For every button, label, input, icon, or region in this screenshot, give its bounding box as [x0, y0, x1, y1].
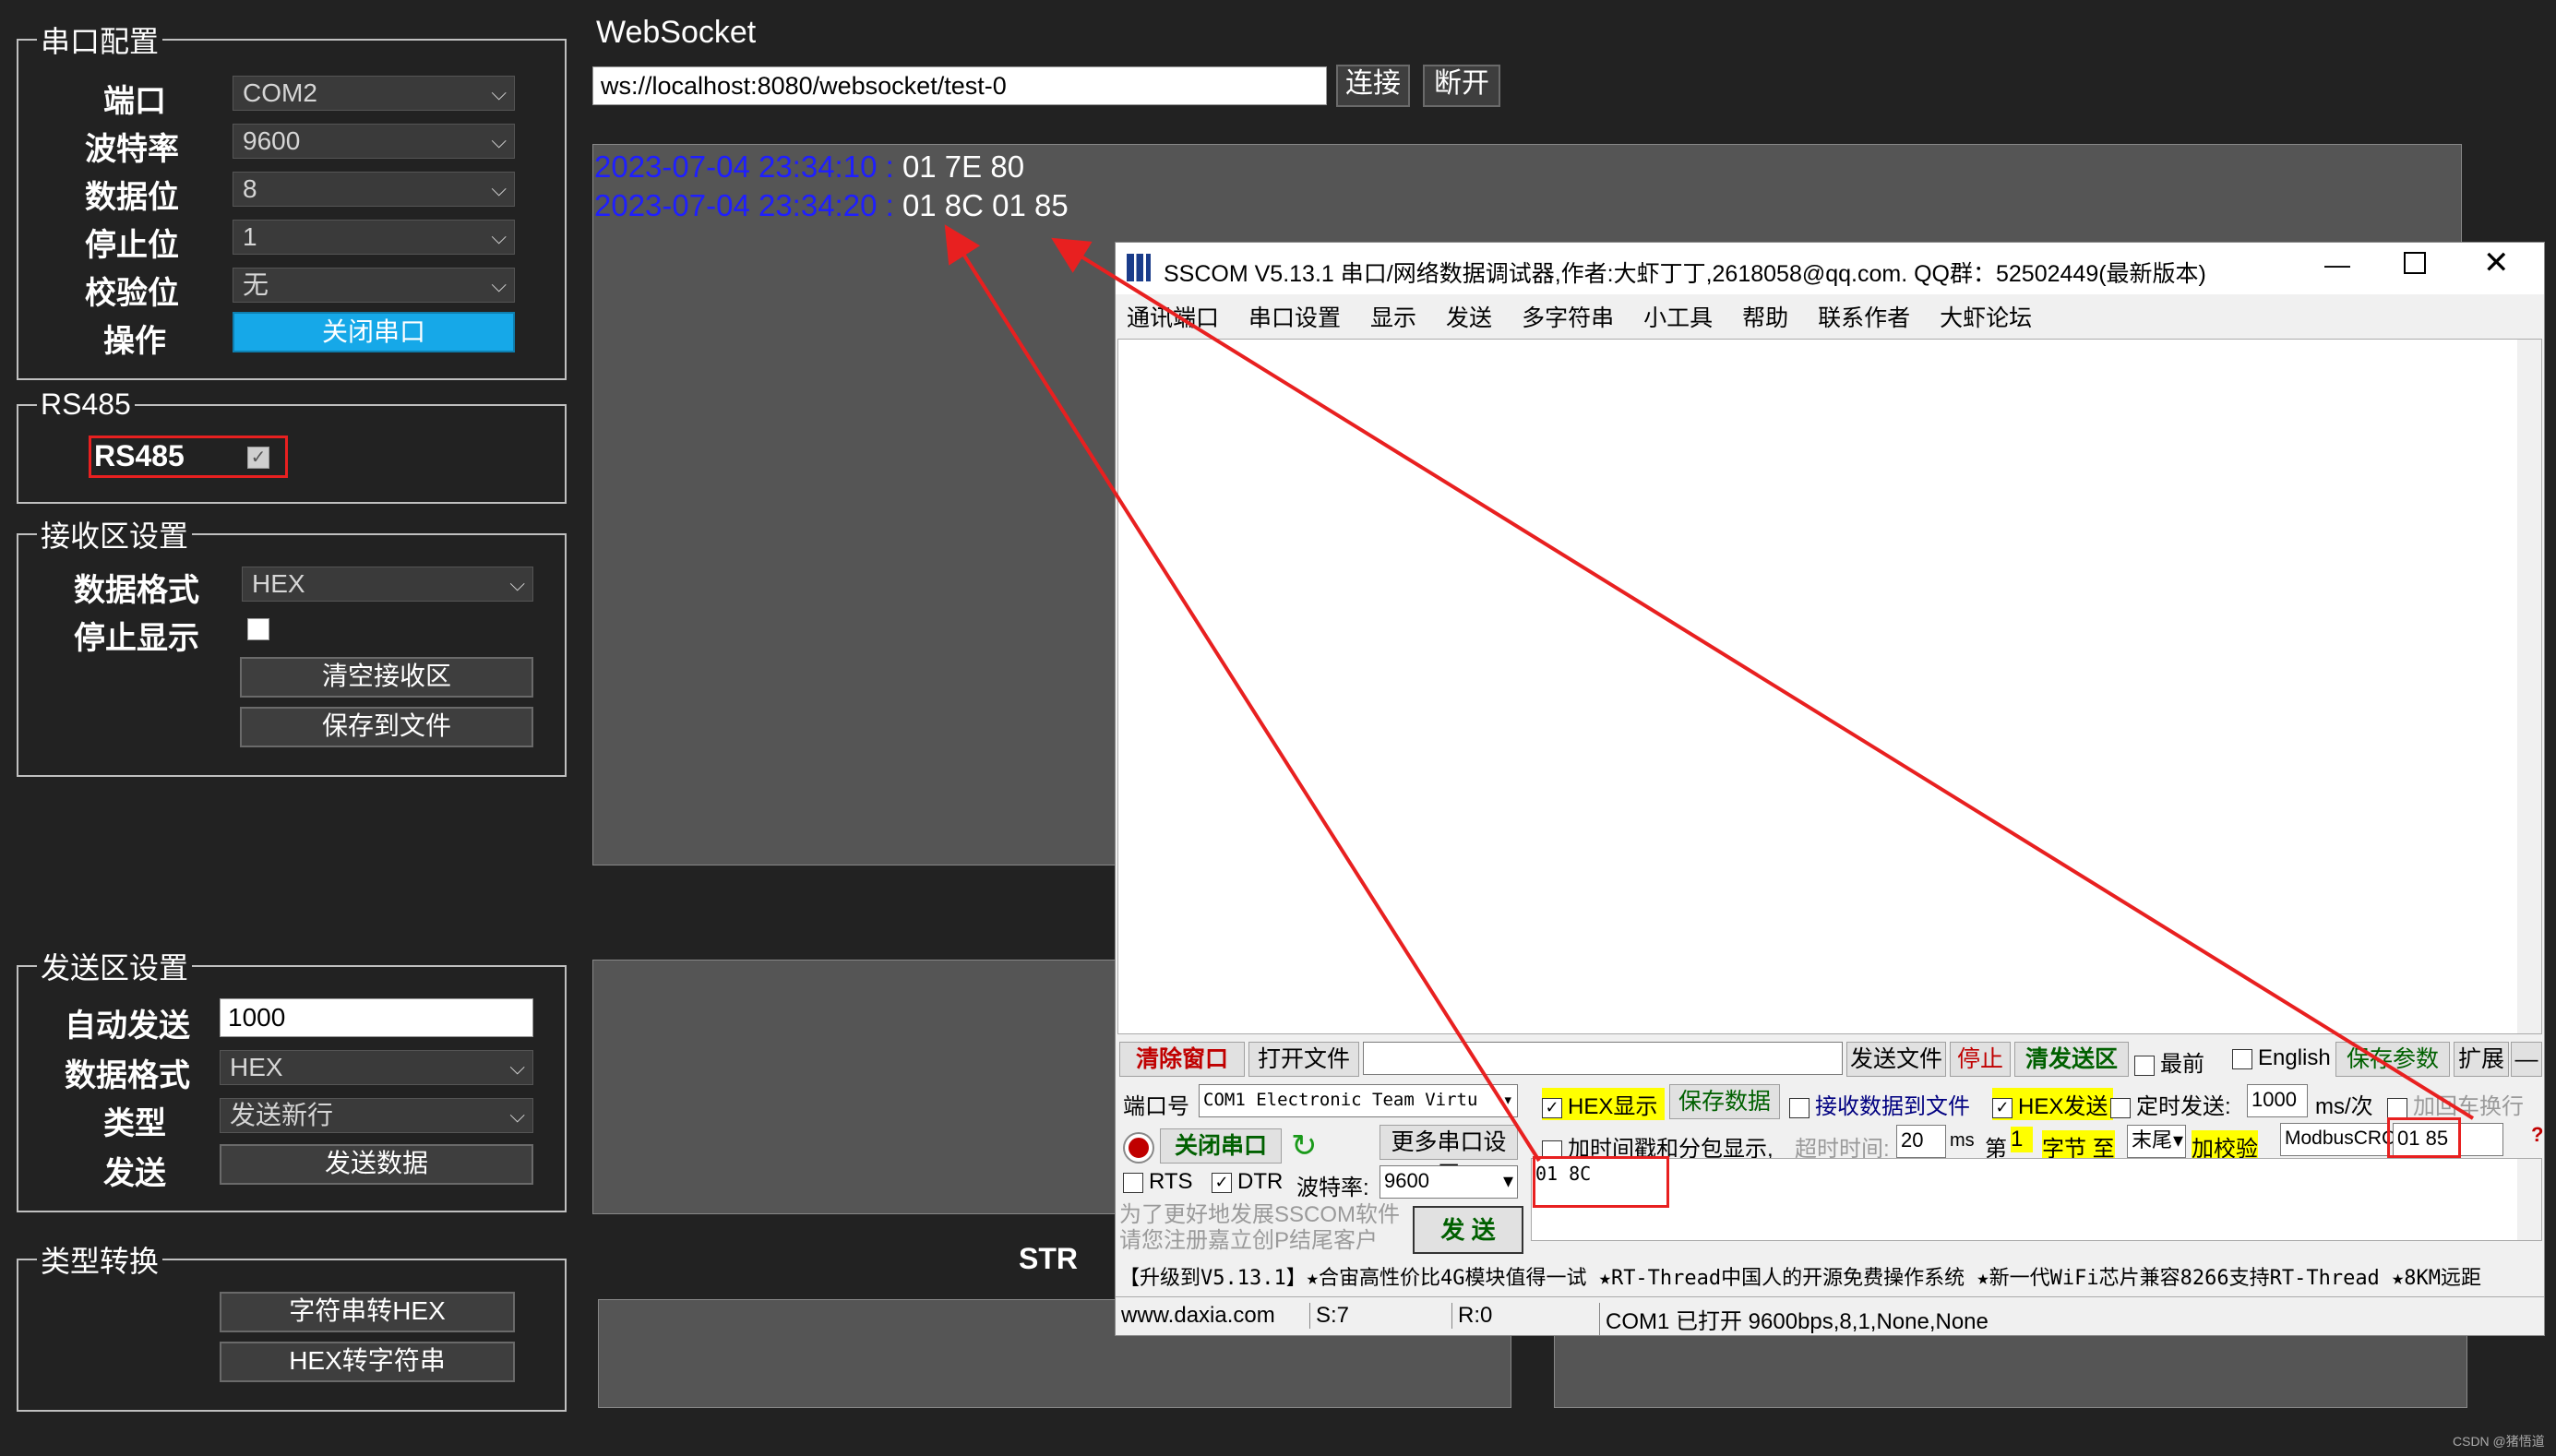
watermark: CSDN @猪悟道 — [2453, 1434, 2545, 1449]
arrow-to-crc — [1051, 237, 2475, 1120]
annotation-arrows — [944, 224, 2475, 1163]
arrow-to-data — [944, 224, 1541, 1163]
